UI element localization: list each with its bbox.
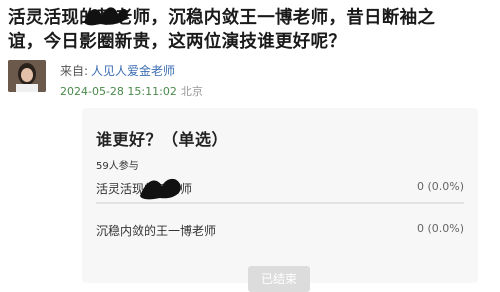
poll-submit-button[interactable]: 已结束	[248, 266, 310, 292]
post-location: 北京	[180, 85, 203, 98]
author-name-link[interactable]: 人见人爱金老师	[91, 64, 175, 78]
poll-option-label: 沉稳内敛的王一博老师	[96, 224, 217, 238]
poll-option-stat: 0 (0.0%)	[416, 222, 464, 235]
article-title-line-2: 谊，今日影圈新贵，这两位演技谁更好呢？	[8, 32, 347, 52]
poll-card: 谁更好？（单选） 59人参与 活灵活现的某老师 0 (0.0%) 沉稳内敛的王一…	[82, 108, 478, 292]
author-avatar[interactable]	[8, 60, 46, 92]
redaction-scribble	[140, 178, 181, 200]
redaction-scribble	[84, 7, 128, 26]
source-label: 来自:	[60, 64, 89, 78]
poll-option-bar	[96, 202, 464, 204]
poll-option-1[interactable]: 活灵活现的某老师 0 (0.0%)	[96, 178, 464, 204]
poll-option-stat: 0 (0.0%)	[416, 180, 464, 193]
poll-title: 谁更好？（单选）	[96, 130, 229, 149]
post-meta: 2024-05-28 15:11:02 北京	[60, 83, 203, 99]
poll-option-2[interactable]: 沉稳内敛的王一博老师 0 (0.0%)	[96, 220, 464, 240]
poll-participants: 59人参与	[96, 161, 139, 172]
author-source: 来自: 人见人爱金老师	[60, 62, 175, 79]
post-date: 2024-05-28 15:11:02	[60, 85, 177, 98]
